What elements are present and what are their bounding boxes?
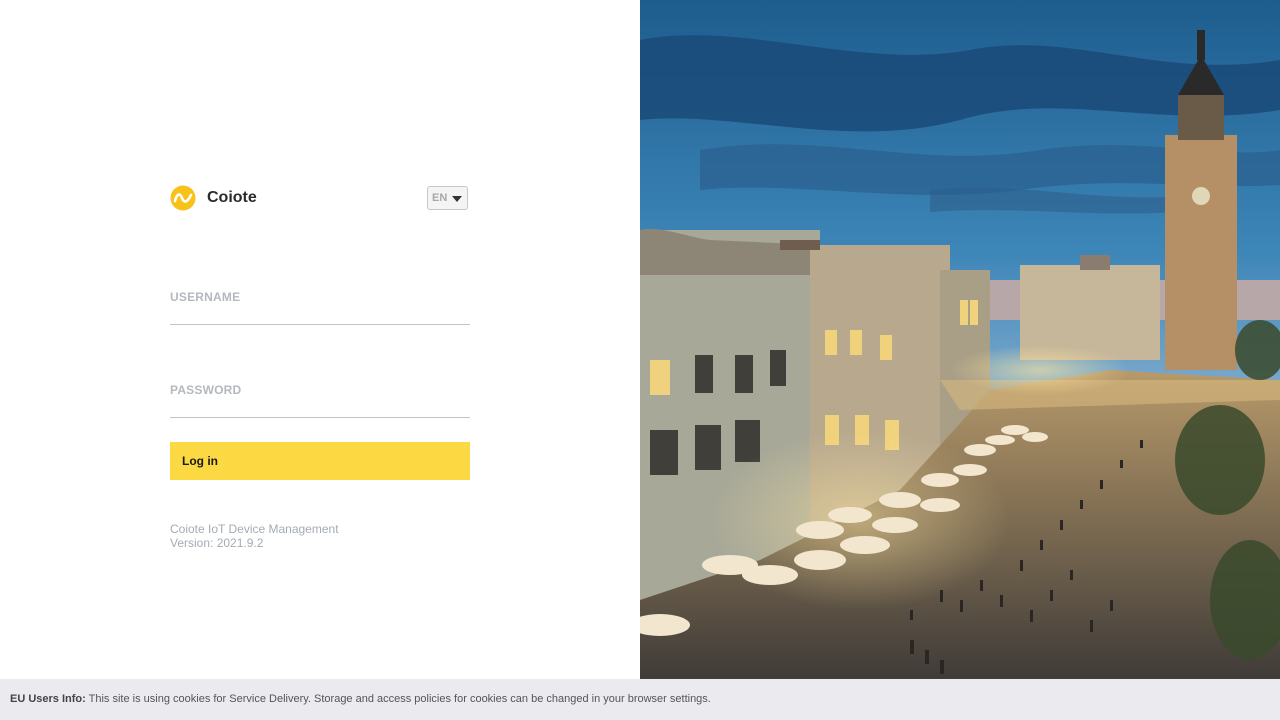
app-info: Coiote IoT Device Management Version: 20… [170, 522, 470, 550]
login-form: Coiote EN USERNAME PASSWORD Log in Coiot… [170, 185, 470, 550]
language-selected-value: EN [432, 192, 448, 204]
hero-image [640, 0, 1280, 720]
login-panel: Coiote EN USERNAME PASSWORD Log in Coiot… [0, 0, 640, 720]
cookie-notice-title: EU Users Info: [10, 693, 86, 705]
version-text: Version: 2021.9.2 [170, 536, 264, 550]
brand-name: Coiote [207, 189, 257, 206]
brand-header: Coiote EN [170, 185, 470, 211]
cookie-notice-bar: EU Users Info: This site is using cookie… [0, 679, 1280, 720]
password-field: PASSWORD [170, 383, 470, 418]
cookie-notice-text: This site is using cookies for Service D… [88, 693, 711, 705]
product-name: Coiote IoT Device Management [170, 522, 339, 536]
login-button[interactable]: Log in [170, 442, 470, 480]
password-input[interactable] [170, 397, 470, 417]
city-square-photo [640, 0, 1280, 720]
caret-down-icon [452, 196, 462, 202]
language-select[interactable]: EN [427, 186, 468, 210]
password-label: PASSWORD [170, 383, 242, 397]
username-field: USERNAME [170, 290, 470, 325]
username-label: USERNAME [170, 290, 241, 304]
coiote-logo-icon [170, 185, 196, 211]
username-input[interactable] [170, 304, 470, 324]
